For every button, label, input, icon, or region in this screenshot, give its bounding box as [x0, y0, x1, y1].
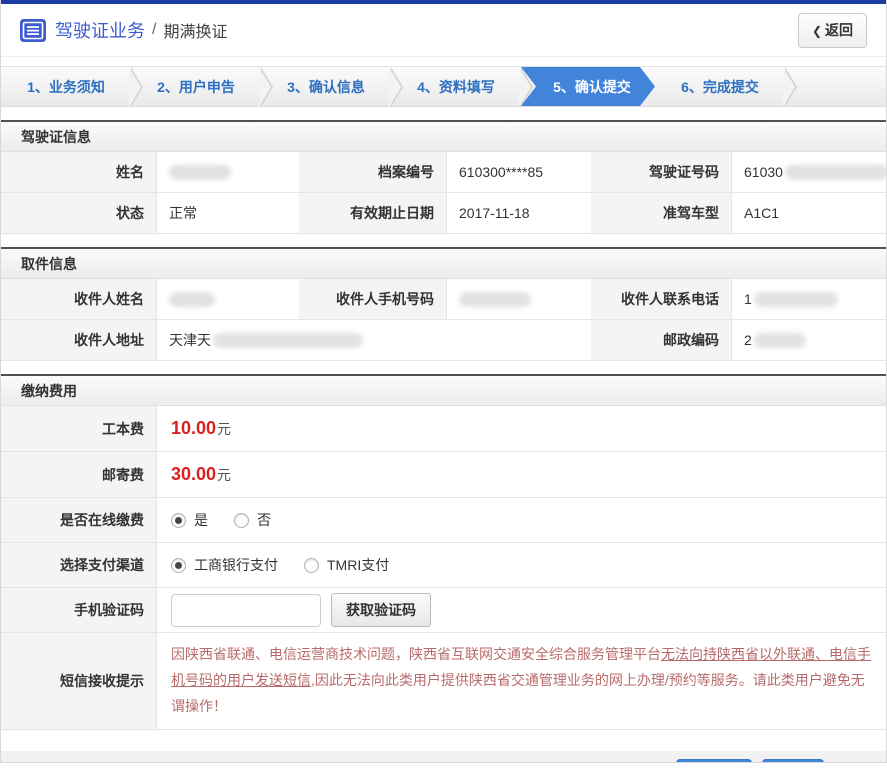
previous-step-button[interactable]: 上一步: [676, 758, 752, 762]
step-6-finish-submit[interactable]: 6、完成提交: [655, 67, 797, 107]
breadcrumb-divider: /: [152, 21, 157, 38]
license-info-table: 姓名 档案编号 610300****85 驾驶证号码 61030 状态 正常 有…: [1, 152, 886, 234]
back-button[interactable]: ❮ 返回: [797, 12, 867, 48]
redacted-recipient-phone: [753, 291, 838, 307]
license-no-prefix: 61030: [744, 164, 783, 180]
work-fee-row: 工本费 10.00 元: [1, 406, 886, 452]
status-value: 正常: [156, 193, 299, 234]
file-no-label: 档案编号: [299, 152, 446, 193]
step-1-business-notice[interactable]: 1、业务须知: [1, 67, 143, 107]
redacted-address: [213, 332, 363, 348]
pickup-info-section: 取件信息 收件人姓名 收件人手机号码 收件人联系电话 1 收件人地址 天津天 邮…: [1, 247, 886, 361]
radio-channel-icbc-label[interactable]: 工商银行支付: [194, 555, 278, 575]
radio-online-no[interactable]: [234, 512, 249, 528]
page-title: 驾驶证业务: [55, 21, 145, 41]
breadcrumb-current: 期满换证: [163, 24, 228, 41]
recipient-phone-prefix: 1: [744, 291, 752, 307]
redacted-postcode: [753, 332, 806, 348]
address-value: 天津天: [156, 320, 591, 361]
payment-section: 缴纳费用 工本费 10.00 元 邮寄费 30.00 元 是否在线缴费 是 否 选择…: [1, 374, 886, 730]
redacted-name: [169, 164, 231, 180]
radio-online-no-label[interactable]: 否: [257, 510, 271, 530]
work-fee-amount: 10.00: [171, 418, 217, 438]
work-fee-label: 工本费: [1, 406, 156, 451]
online-pay-row: 是否在线缴费 是 否: [1, 498, 886, 543]
radio-channel-tmri-label[interactable]: TMRI支付: [327, 555, 389, 575]
footer-action-bar: 上一步 完成: [1, 751, 886, 762]
vehicle-class-value: A1C1: [731, 193, 886, 234]
redacted-recipient-mobile: [459, 291, 531, 307]
fee-unit: 元: [217, 420, 232, 437]
get-code-button[interactable]: 获取验证码: [331, 593, 431, 627]
license-section-title: 驾驶证信息: [1, 120, 886, 152]
pickup-section-title: 取件信息: [1, 247, 886, 279]
post-fee-value: 30.00 元: [156, 452, 886, 497]
document-list-icon: [20, 18, 46, 42]
sms-code-field: 获取验证码: [156, 588, 886, 632]
license-no-label: 驾驶证号码: [591, 152, 731, 193]
recipient-mobile-label: 收件人手机号码: [299, 279, 446, 320]
pay-channel-options: 工商银行支付 TMRI支付: [156, 543, 886, 587]
recipient-phone-value: 1: [731, 279, 886, 320]
redacted-recipient-name: [169, 291, 215, 307]
step-2-user-declaration[interactable]: 2、用户申告: [131, 67, 273, 107]
radio-online-yes[interactable]: [171, 512, 186, 528]
step-label: 6、完成提交: [681, 79, 759, 95]
header: 驾驶证业务 / 期满换证 ❮ 返回: [1, 4, 886, 57]
name-value: [156, 152, 299, 193]
expiry-value: 2017-11-18: [446, 193, 591, 234]
sms-code-label: 手机验证码: [1, 588, 156, 632]
postcode-value: 2: [731, 320, 886, 361]
address-label: 收件人地址: [1, 320, 156, 361]
radio-channel-tmri[interactable]: [304, 557, 319, 573]
chevron-left-icon: ❮: [811, 23, 822, 38]
vehicle-class-label: 准驾车型: [591, 193, 731, 234]
post-fee-amount: 30.00: [171, 464, 217, 484]
step-label: 2、用户申告: [157, 79, 235, 95]
postcode-prefix: 2: [744, 332, 752, 348]
file-no-value: 610300****85: [446, 152, 591, 193]
step-4-fill-data[interactable]: 4、资料填写: [391, 67, 533, 107]
postcode-label: 邮政编码: [591, 320, 731, 361]
payment-section-title: 缴纳费用: [1, 374, 886, 406]
online-pay-options: 是 否: [156, 498, 886, 542]
recipient-name-label: 收件人姓名: [1, 279, 156, 320]
page: 驾驶证业务 / 期满换证 ❮ 返回 1、业务须知 2、用户申告 3、确认信息 4、…: [0, 0, 887, 763]
pay-channel-label: 选择支付渠道: [1, 543, 156, 587]
post-fee-row: 邮寄费 30.00 元: [1, 452, 886, 498]
sms-notice-text: 因陕西省联通、电信运营商技术问题，陕西省互联网交通安全综合服务管理平台无法向持陕…: [156, 633, 886, 729]
radio-online-yes-label[interactable]: 是: [194, 510, 208, 530]
sms-notice-label: 短信接收提示: [1, 633, 156, 729]
back-button-label: 返回: [825, 21, 853, 38]
step-3-confirm-info[interactable]: 3、确认信息: [261, 67, 403, 107]
license-no-value: 61030: [731, 152, 886, 193]
step-label: 3、确认信息: [287, 79, 365, 95]
sms-code-input[interactable]: [171, 593, 321, 627]
pay-channel-row: 选择支付渠道 工商银行支付 TMRI支付: [1, 543, 886, 588]
license-info-section: 驾驶证信息 姓名 档案编号 610300****85 驾驶证号码 61030 状…: [1, 120, 886, 234]
step-wizard: 1、业务须知 2、用户申告 3、确认信息 4、资料填写 5、确认提交 6、完成提…: [1, 66, 886, 107]
recipient-phone-label: 收件人联系电话: [591, 279, 731, 320]
step-label: 1、业务须知: [27, 79, 105, 95]
expiry-label: 有效期止日期: [299, 193, 446, 234]
post-fee-label: 邮寄费: [1, 452, 156, 497]
sms-code-row: 手机验证码 获取验证码: [1, 588, 886, 633]
status-label: 状态: [1, 193, 156, 234]
redacted-license-no: [784, 164, 886, 180]
online-pay-label: 是否在线缴费: [1, 498, 156, 542]
step-5-confirm-submit-active[interactable]: 5、确认提交: [521, 67, 655, 106]
notice-part1: 因陕西省联通、电信运营商技术问题，陕西省互联网交通安全综合服务管理平台: [171, 646, 661, 662]
work-fee-value: 10.00 元: [156, 406, 886, 451]
name-label: 姓名: [1, 152, 156, 193]
recipient-name-value: [156, 279, 299, 320]
recipient-mobile-value: [446, 279, 591, 320]
radio-channel-icbc[interactable]: [171, 557, 186, 573]
step-label: 5、确认提交: [553, 79, 631, 95]
fee-unit: 元: [217, 466, 232, 483]
address-prefix: 天津天: [169, 332, 211, 348]
pickup-info-table: 收件人姓名 收件人手机号码 收件人联系电话 1 收件人地址 天津天 邮政编码 2: [1, 279, 886, 361]
finish-button[interactable]: 完成: [762, 758, 824, 762]
sms-notice-row: 短信接收提示 因陕西省联通、电信运营商技术问题，陕西省互联网交通安全综合服务管理…: [1, 633, 886, 730]
step-label: 4、资料填写: [417, 79, 495, 95]
